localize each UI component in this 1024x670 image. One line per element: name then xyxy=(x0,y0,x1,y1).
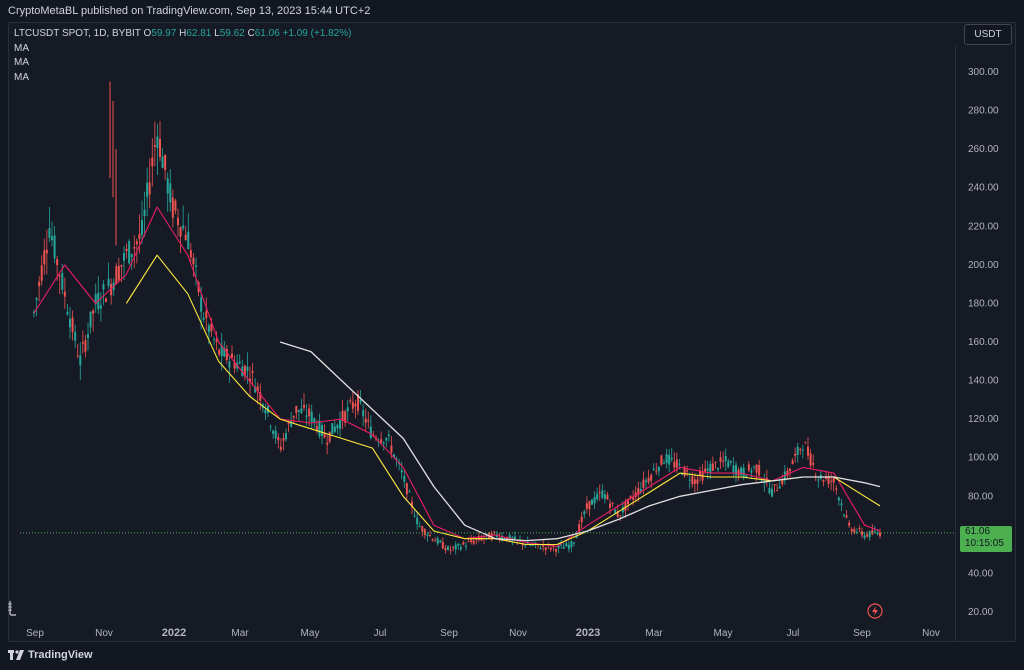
bar-countdown: 10:15:05 xyxy=(965,537,1004,549)
tradingview-brand[interactable]: TradingView xyxy=(8,649,93,661)
indicator-ma-1[interactable]: MA xyxy=(14,42,351,57)
publisher-line: CryptoMetaBL published on TradingView.co… xyxy=(8,5,371,17)
tradingview-logo-icon xyxy=(8,650,24,660)
currency-button[interactable]: USDT xyxy=(964,24,1012,45)
change-value: +1.09 (+1.82%) xyxy=(282,28,352,39)
flash-icon[interactable] xyxy=(866,602,884,620)
chart-legend: LTCUSDT SPOT, 1D, BYBIT O59.97 H62.81 L5… xyxy=(14,27,351,85)
price-axis-separator xyxy=(955,46,956,641)
legend-main-row: LTCUSDT SPOT, 1D, BYBIT O59.97 H62.81 L5… xyxy=(14,27,351,42)
symbol-label[interactable]: LTCUSDT SPOT, 1D, BYBIT xyxy=(14,28,141,39)
ruler-icon[interactable] xyxy=(6,600,20,616)
close-value: 61.06 xyxy=(254,28,280,39)
publisher-bar: CryptoMetaBL published on TradingView.co… xyxy=(0,0,1024,22)
indicator-ma-2[interactable]: MA xyxy=(14,56,351,71)
last-price: 61.06 xyxy=(965,525,991,537)
open-value: 59.97 xyxy=(151,28,177,39)
high-value: 62.81 xyxy=(186,28,212,39)
brand-name: TradingView xyxy=(28,649,93,661)
low-value: 59.62 xyxy=(219,28,245,39)
close-label: C xyxy=(247,28,255,39)
last-price-badge: 61.06 10:15:05 xyxy=(960,525,1012,552)
indicator-ma-3[interactable]: MA xyxy=(14,71,351,86)
chart-frame[interactable] xyxy=(8,22,1016,642)
footer-bar xyxy=(0,643,1024,670)
